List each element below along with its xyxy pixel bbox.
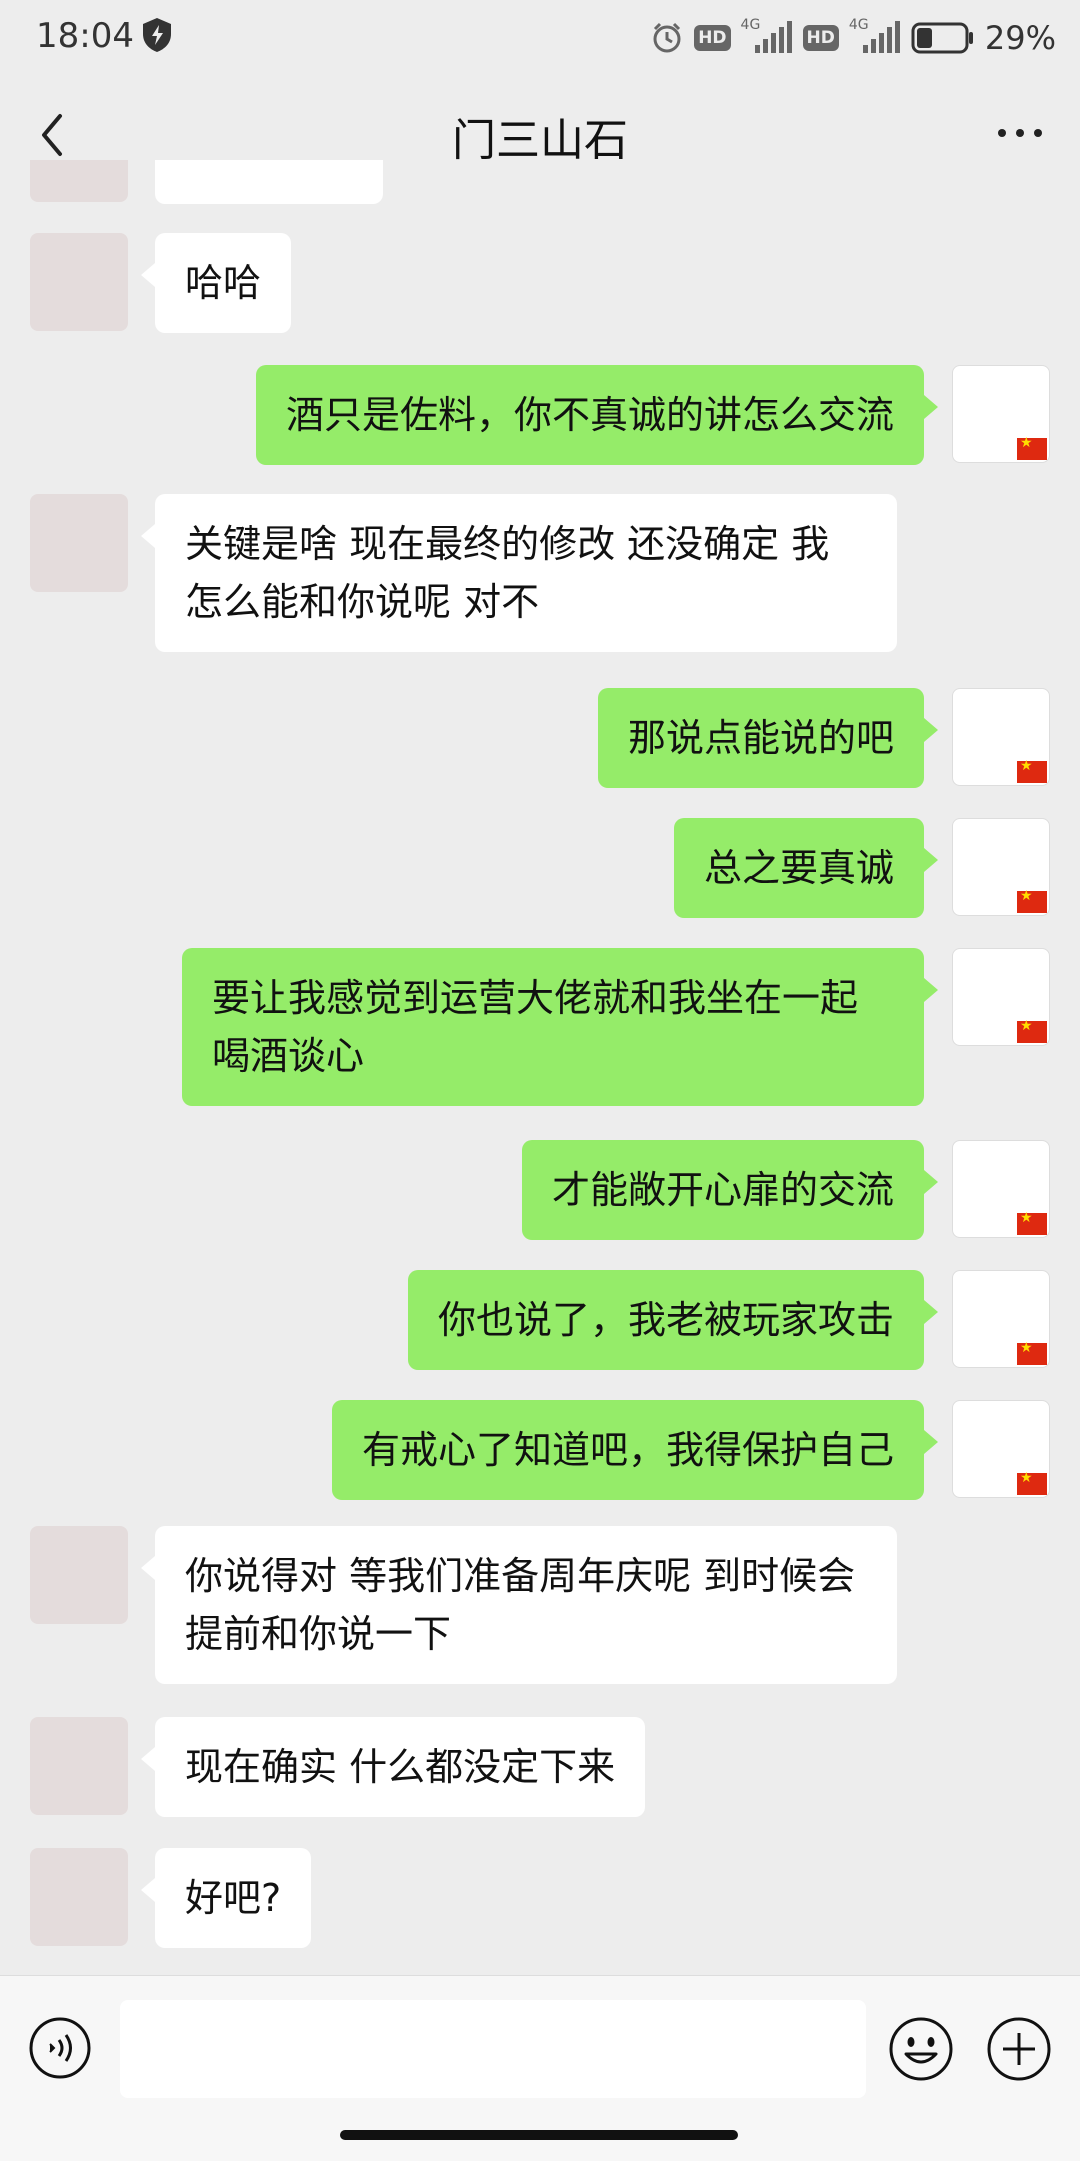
flag-icon bbox=[1017, 1470, 1047, 1495]
status-bar: 18:04 HD 4G HD 4G 29% bbox=[0, 0, 1080, 76]
avatar[interactable] bbox=[30, 1717, 128, 1815]
battery-percent: 29% bbox=[984, 19, 1056, 57]
emoji-icon[interactable] bbox=[888, 2016, 954, 2082]
message-bubble[interactable]: 酒只是佐料，你不真诚的讲怎么交流 bbox=[255, 365, 939, 465]
avatar[interactable] bbox=[30, 233, 128, 331]
avatar[interactable] bbox=[30, 1848, 128, 1946]
avatar[interactable] bbox=[952, 948, 1050, 1046]
message-bubble[interactable]: 你说得对 等我们准备周年庆呢 到时候会提前和你说一下 bbox=[141, 1526, 897, 1684]
chat-title: 门三山石 bbox=[452, 115, 628, 166]
message-bubble[interactable]: 你也说了，我老被玩家攻击 bbox=[407, 1270, 939, 1370]
avatar[interactable] bbox=[952, 1270, 1050, 1368]
avatar bbox=[30, 160, 128, 202]
message-bubble[interactable]: 哈哈 bbox=[140, 233, 292, 333]
alarm-icon bbox=[653, 22, 681, 53]
avatar[interactable] bbox=[952, 1400, 1050, 1498]
message-bubble[interactable]: 才能敞开心扉的交流 bbox=[521, 1140, 939, 1240]
avatar[interactable] bbox=[952, 818, 1050, 916]
voice-icon[interactable] bbox=[28, 2016, 92, 2080]
message-bubble[interactable]: 现在确实 什么都没定下来 bbox=[140, 1717, 646, 1817]
message-bubble[interactable]: 关键是啥 现在最终的修改 还没确定 我怎么能和你说呢 对不 bbox=[141, 494, 897, 652]
battery-icon bbox=[911, 22, 973, 54]
shield-icon bbox=[143, 18, 171, 52]
avatar[interactable] bbox=[952, 365, 1050, 463]
more-dots-icon[interactable] bbox=[990, 108, 1050, 158]
flag-icon bbox=[1017, 1018, 1047, 1043]
hd-icon: HD bbox=[694, 25, 731, 51]
avatar[interactable] bbox=[30, 1526, 128, 1624]
message-list[interactable]: 哈哈 酒只是佐料，你不真诚的讲怎么交流 关键是啥 现在最终的修改 还没确定 我怎… bbox=[0, 160, 1080, 1975]
partial-message-bubble bbox=[155, 160, 383, 204]
status-time: 18:04 bbox=[36, 16, 134, 56]
message-bubble[interactable]: 那说点能说的吧 bbox=[597, 688, 939, 788]
flag-icon bbox=[1017, 888, 1047, 913]
message-bubble[interactable]: 有戒心了知道吧，我得保护自己 bbox=[331, 1400, 939, 1500]
avatar[interactable] bbox=[30, 494, 128, 592]
plus-icon[interactable] bbox=[986, 2016, 1052, 2082]
avatar[interactable] bbox=[952, 1140, 1050, 1238]
avatar[interactable] bbox=[952, 688, 1050, 786]
flag-icon bbox=[1017, 758, 1047, 783]
message-input[interactable] bbox=[120, 2000, 866, 2098]
status-icons: HD 4G HD 4G 29% bbox=[650, 14, 1056, 62]
flag-icon bbox=[1017, 1210, 1047, 1235]
hd-icon: HD bbox=[802, 25, 839, 51]
flag-icon bbox=[1017, 435, 1047, 460]
signal-icon: 4G bbox=[741, 17, 793, 57]
message-bubble[interactable]: 好吧? bbox=[140, 1848, 312, 1948]
flag-icon bbox=[1017, 1340, 1047, 1365]
signal-icon: 4G bbox=[849, 17, 901, 57]
message-bubble[interactable]: 要让我感觉到运营大佬就和我坐在一起喝酒谈心 bbox=[182, 948, 938, 1106]
home-indicator[interactable] bbox=[340, 2130, 738, 2140]
message-bubble[interactable]: 总之要真诚 bbox=[673, 818, 939, 918]
